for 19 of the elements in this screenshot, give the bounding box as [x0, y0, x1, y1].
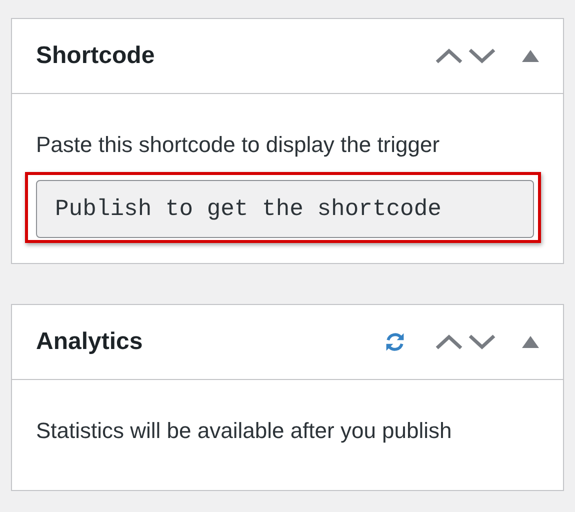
move-down-button[interactable]	[468, 334, 496, 350]
panel-title: Analytics	[36, 328, 144, 356]
move-down-button[interactable]	[468, 48, 496, 64]
chevron-up-icon	[435, 48, 463, 64]
chevron-down-icon	[468, 48, 496, 64]
refresh-button[interactable]	[384, 331, 406, 353]
chevron-down-icon	[468, 334, 496, 350]
panel-title: Shortcode	[36, 42, 156, 70]
chevron-up-icon	[435, 334, 463, 350]
collapse-toggle[interactable]	[522, 336, 539, 348]
triangle-icon	[522, 50, 539, 62]
move-up-button[interactable]	[435, 48, 463, 64]
refresh-icon	[384, 331, 406, 353]
move-up-button[interactable]	[435, 334, 463, 350]
description-text: Paste this shortcode to display the trigger	[36, 131, 441, 159]
description-text: Statistics will be available after you publish	[36, 417, 453, 445]
collapse-toggle[interactable]	[522, 50, 539, 62]
triangle-icon	[522, 336, 539, 348]
shortcode-field[interactable]: Publish to get the shortcode	[36, 180, 534, 238]
